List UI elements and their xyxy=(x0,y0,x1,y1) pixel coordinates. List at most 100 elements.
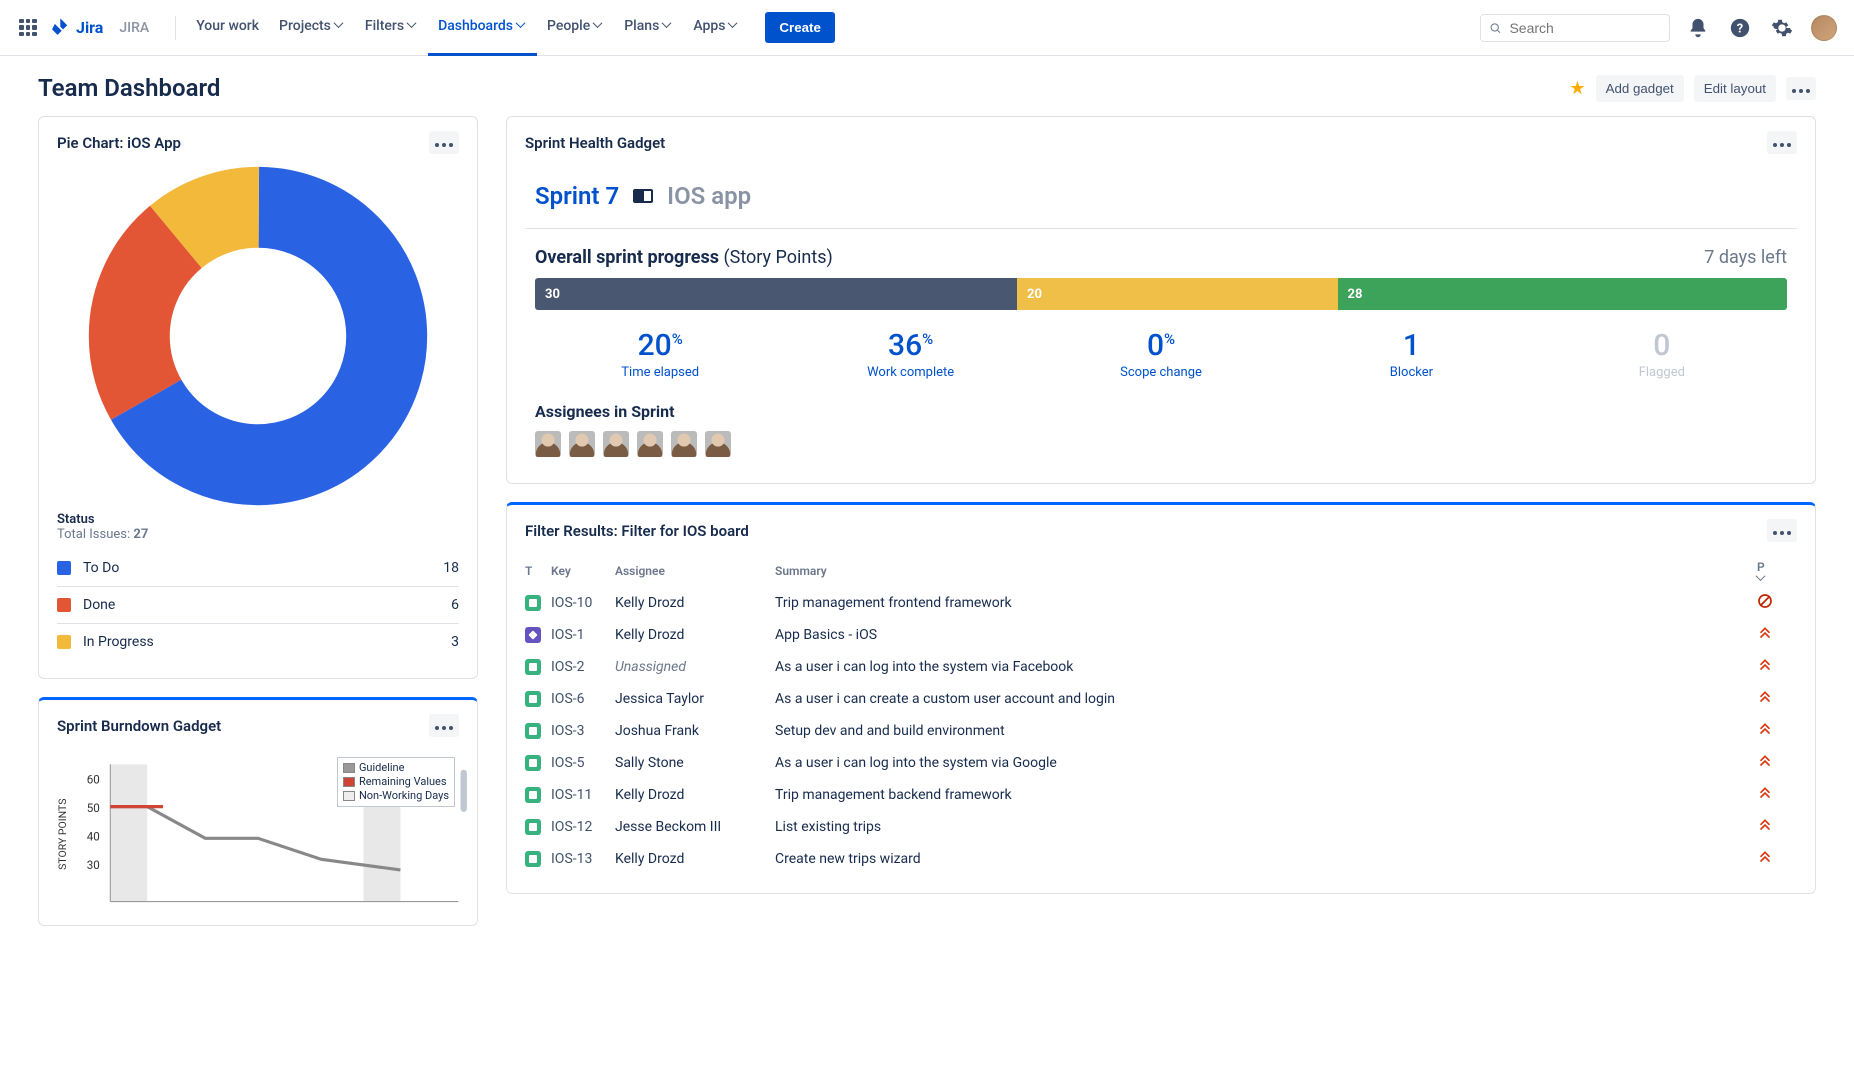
table-row[interactable]: IOS-10 Kelly Drozd Trip management front… xyxy=(525,587,1797,619)
burndown-title: Sprint Burndown Gadget xyxy=(57,717,221,735)
nav-your-work[interactable]: Your work xyxy=(186,0,269,56)
nav-dashboards[interactable]: Dashboards xyxy=(428,0,537,56)
nav-people[interactable]: People xyxy=(537,0,614,56)
issue-summary[interactable]: Trip management frontend framework xyxy=(775,595,1012,611)
burndown-legend-item: Remaining Values xyxy=(343,775,449,789)
legend-row[interactable]: Done 6 xyxy=(57,587,459,624)
global-search[interactable] xyxy=(1480,14,1670,42)
issue-assignee[interactable]: Kelly Drozd xyxy=(615,627,684,643)
dashboard-more-button[interactable] xyxy=(1786,77,1816,100)
metric-flagged[interactable]: 0Flagged xyxy=(1537,328,1787,380)
assignee-avatar[interactable] xyxy=(671,431,697,457)
metric-blocker[interactable]: 1Blocker xyxy=(1286,328,1536,380)
priority-icon xyxy=(1757,779,1797,811)
svg-text:50: 50 xyxy=(87,801,100,815)
issue-assignee[interactable]: Sally Stone xyxy=(615,755,684,771)
issue-summary[interactable]: List existing trips xyxy=(775,819,881,835)
table-row[interactable]: IOS-13 Kelly Drozd Create new trips wiza… xyxy=(525,843,1797,875)
issue-key[interactable]: IOS-1 xyxy=(551,627,585,643)
help-icon[interactable]: ? xyxy=(1726,14,1754,42)
progress-segment: 30 xyxy=(535,278,1017,310)
create-button[interactable]: Create xyxy=(765,12,835,43)
assignee-avatar[interactable] xyxy=(569,431,595,457)
issue-summary[interactable]: As a user i can log into the system via … xyxy=(775,755,1057,771)
issue-summary[interactable]: Trip management backend framework xyxy=(775,787,1012,803)
issue-key[interactable]: IOS-3 xyxy=(551,723,585,739)
sprint-name[interactable]: Sprint 7 xyxy=(535,182,619,210)
table-row[interactable]: IOS-1 Kelly Drozd App Basics - iOS xyxy=(525,619,1797,651)
assignee-avatar[interactable] xyxy=(535,431,561,457)
pie-more-button[interactable] xyxy=(429,131,459,154)
issue-key[interactable]: IOS-5 xyxy=(551,755,585,771)
profile-avatar[interactable] xyxy=(1810,14,1838,42)
svg-text:40: 40 xyxy=(87,829,100,843)
issue-summary[interactable]: As a user i can log into the system via … xyxy=(775,659,1073,675)
burndown-card: Sprint Burndown Gadget GuidelineRemainin… xyxy=(38,697,478,926)
nav-projects[interactable]: Projects xyxy=(269,0,355,56)
legend-row[interactable]: In Progress 3 xyxy=(57,624,459,660)
assignee-avatar[interactable] xyxy=(637,431,663,457)
issue-summary[interactable]: Setup dev and and build environment xyxy=(775,723,1005,739)
col-type[interactable]: T xyxy=(525,554,551,587)
issue-key[interactable]: IOS-11 xyxy=(551,787,592,803)
settings-icon[interactable] xyxy=(1768,14,1796,42)
nav-filters[interactable]: Filters xyxy=(355,0,428,56)
assignees-title: Assignees in Sprint xyxy=(535,402,1787,421)
issue-key[interactable]: IOS-2 xyxy=(551,659,585,675)
total-issues: Total Issues: 27 xyxy=(57,527,459,542)
notifications-icon[interactable] xyxy=(1684,14,1712,42)
issue-summary[interactable]: Create new trips wizard xyxy=(775,851,921,867)
nav-plans[interactable]: Plans xyxy=(614,0,683,56)
issue-summary[interactable]: App Basics - iOS xyxy=(775,627,877,643)
legend-row[interactable]: To Do 18 xyxy=(57,550,459,587)
issue-key[interactable]: IOS-6 xyxy=(551,691,585,707)
chevron-down-icon xyxy=(663,21,673,31)
edit-layout-button[interactable]: Edit layout xyxy=(1694,75,1776,102)
jira-logo[interactable]: Jira xyxy=(50,17,103,39)
issue-assignee[interactable]: Joshua Frank xyxy=(615,723,699,739)
metric-work-complete[interactable]: 36%Work complete xyxy=(785,328,1035,380)
burndown-more-button[interactable] xyxy=(429,714,459,737)
table-row[interactable]: IOS-2 Unassigned As a user i can log int… xyxy=(525,651,1797,683)
add-gadget-button[interactable]: Add gadget xyxy=(1596,75,1684,102)
story-icon xyxy=(525,787,541,803)
search-input[interactable] xyxy=(1507,19,1661,37)
col-key[interactable]: Key xyxy=(551,554,615,587)
issue-assignee[interactable]: Kelly Drozd xyxy=(615,595,684,611)
donut-chart xyxy=(88,166,428,506)
story-icon xyxy=(525,723,541,739)
table-row[interactable]: IOS-5 Sally Stone As a user i can log in… xyxy=(525,747,1797,779)
metric-time-elapsed[interactable]: 20%Time elapsed xyxy=(535,328,785,380)
issue-key[interactable]: IOS-10 xyxy=(551,595,592,611)
col-summary[interactable]: Summary xyxy=(775,554,1757,587)
sprint-project: IOS app xyxy=(667,182,751,210)
story-icon xyxy=(525,819,541,835)
issue-key[interactable]: IOS-12 xyxy=(551,819,592,835)
issue-assignee[interactable]: Kelly Drozd xyxy=(615,787,684,803)
epic-icon xyxy=(525,627,541,643)
col-priority[interactable]: P xyxy=(1757,554,1797,587)
issue-assignee[interactable]: Jesse Beckom III xyxy=(615,819,721,835)
assignee-avatar[interactable] xyxy=(705,431,731,457)
nav-apps[interactable]: Apps xyxy=(683,0,749,56)
app-switcher-icon[interactable] xyxy=(16,16,40,40)
col-assignee[interactable]: Assignee xyxy=(615,554,775,587)
issue-summary[interactable]: As a user i can create a custom user acc… xyxy=(775,691,1115,707)
table-row[interactable]: IOS-6 Jessica Taylor As a user i can cre… xyxy=(525,683,1797,715)
table-row[interactable]: IOS-11 Kelly Drozd Trip management backe… xyxy=(525,779,1797,811)
assignee-avatar[interactable] xyxy=(603,431,629,457)
issue-assignee[interactable]: Kelly Drozd xyxy=(615,851,684,867)
assignee-strip xyxy=(535,431,1787,457)
table-row[interactable]: IOS-12 Jesse Beckom III List existing tr… xyxy=(525,811,1797,843)
issue-assignee[interactable]: Jessica Taylor xyxy=(615,691,704,707)
table-row[interactable]: IOS-3 Joshua Frank Setup dev and and bui… xyxy=(525,715,1797,747)
issue-assignee[interactable]: Unassigned xyxy=(615,659,686,675)
filter-more-button[interactable] xyxy=(1767,519,1797,542)
brand-label: JIRA xyxy=(113,20,155,36)
story-icon xyxy=(525,691,541,707)
star-icon[interactable]: ★ xyxy=(1569,78,1585,99)
metric-scope-change[interactable]: 0%Scope change xyxy=(1036,328,1286,380)
sprint-more-button[interactable] xyxy=(1767,131,1797,154)
priority-icon xyxy=(1757,619,1797,651)
issue-key[interactable]: IOS-13 xyxy=(551,851,592,867)
